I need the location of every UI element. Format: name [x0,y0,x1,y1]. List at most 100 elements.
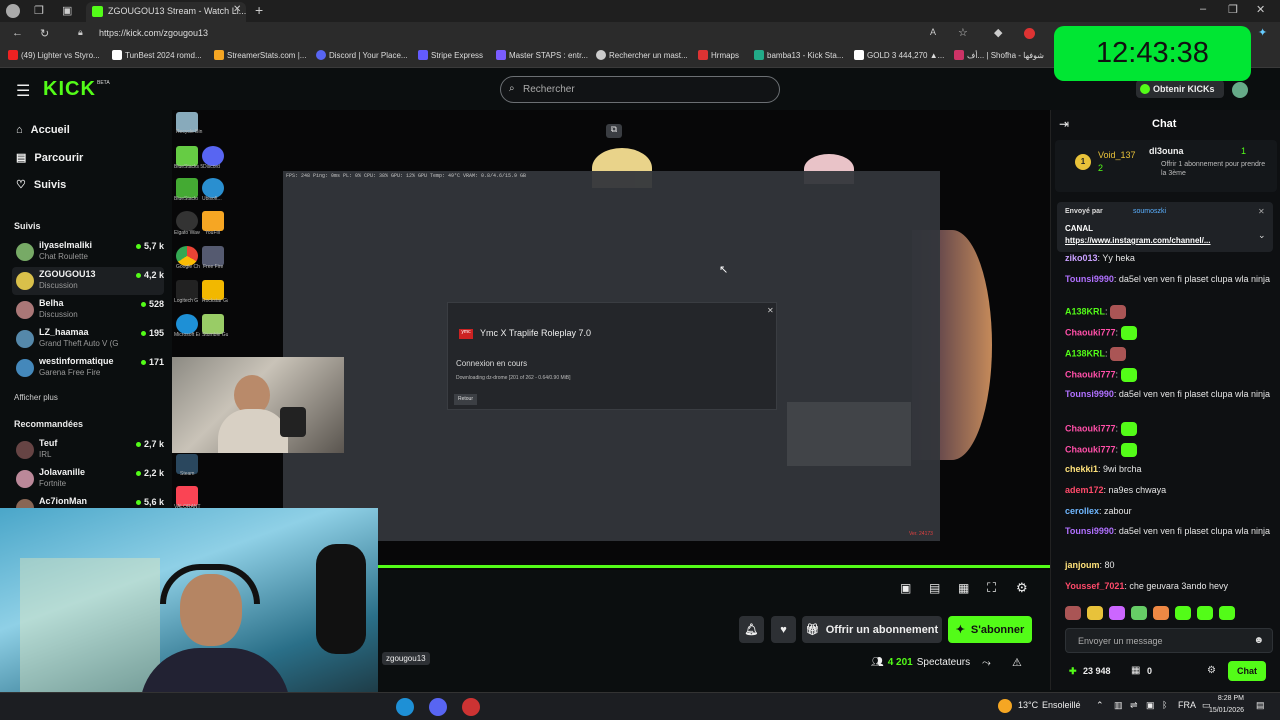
sidebar-channel[interactable]: ilyaselmaliki Chat Roulette 5,7 k [12,238,164,266]
chevron-down-icon[interactable]: ⌄ [1258,230,1266,241]
bookmark-item[interactable]: TunBest 2024 romd... [112,50,202,60]
bookmark-item[interactable]: (49) Lighter vs Styro... [8,50,100,60]
search-icon: ⌕ [509,83,515,94]
favorite-star-icon[interactable]: ☆ [958,26,968,39]
workspaces-icon[interactable]: ❐ [34,4,44,17]
nav-following[interactable]: ♡ Suivis [16,178,66,192]
theater-mode-icon[interactable]: ▣ [900,581,911,595]
edge-taskbar-icon[interactable] [396,698,414,716]
extension-red-icon[interactable] [1024,28,1035,39]
pinned-link[interactable]: https://www.instagram.com/channel/... [1065,236,1245,245]
sidebar-channel-active[interactable]: ZGOUGOU13 Discussion 4,2 k [12,267,164,295]
usb-icon[interactable]: ⇌ [1130,700,1138,711]
browser-tab-bar: ❐ ▣ ZGOUGOU13 Stream - Watch Li... ✕ + –… [0,0,1280,22]
pinned-message[interactable]: Envoyé par soumoszki ✕ CANAL https://www… [1057,202,1273,252]
bookmark-item[interactable]: StreamerStats.com |... [214,50,306,60]
sidebar-channel[interactable]: Belha Discussion 528 [12,296,164,324]
bookmark-item[interactable]: GOLD 3 444,270 ▲... [854,50,944,60]
copilot-icon[interactable]: ✦ [1258,26,1267,39]
emote-icon[interactable] [1087,606,1103,620]
back-icon[interactable]: ← [12,27,23,39]
active-tab[interactable]: ZGOUGOU13 Stream - Watch Li... [86,2,246,22]
close-tab-icon[interactable]: ✕ [233,4,241,15]
dialog-title: Ymc X Traplife Roleplay 7.0 [480,328,592,338]
nav-home[interactable]: ⌂ Accueil [16,124,70,136]
emote-icon[interactable] [1219,606,1235,620]
profile-icon[interactable] [6,4,20,18]
pip-icon[interactable]: ⧉ [606,124,622,138]
stream-progress-bar [378,565,1050,568]
send-chat-button[interactable]: Chat [1228,661,1266,681]
follow-heart-button[interactable]: ♥ [771,616,796,643]
discord-taskbar-icon[interactable] [429,698,447,716]
leaderboard-card[interactable]: 1 Void_137 2 dl3ouna 1 Offrir 1 abonneme… [1055,140,1277,192]
chest-icon[interactable]: ▦ [1131,665,1140,676]
report-warning-icon[interactable]: ⚠ [1012,656,1022,669]
emote-icon[interactable] [1131,606,1147,620]
bookmark-item[interactable]: bamba13 - Kick Sta... [754,50,843,60]
emote-icon[interactable] [1109,606,1125,620]
window-close-icon[interactable]: ✕ [1256,3,1265,16]
captions-icon[interactable]: ▦ [958,581,969,595]
settings-gear-icon[interactable]: ⚙ [1016,580,1028,596]
clip-icon[interactable]: ▤ [929,581,940,595]
gift-sub-button[interactable]: 🎁︎ Offrir un abonnement [802,616,942,643]
connecting-dialog: ymc Ymc X Traplife Roleplay 7.0 ✕ Connex… [447,302,777,410]
nav-browse[interactable]: ▤ Parcourir [16,151,83,165]
emote-icon [1120,326,1137,340]
tray-icon[interactable]: ▣ [1146,700,1155,711]
fullscreen-icon[interactable]: ⛶ [987,580,996,596]
chat-settings-icon[interactable]: ⚙ [1207,665,1216,676]
tray-icon[interactable]: ▥ [1114,700,1123,711]
emote-icon[interactable] [1065,606,1081,620]
points-icon[interactable]: ✚ [1069,666,1077,677]
elgato-icon [176,211,198,231]
emote-icon[interactable] [1175,606,1191,620]
windows-taskbar: 13°C Ensoleillé ⌃ ▥ ⇌ ▣ ᛒ FRA ▭ 8:28 PM … [0,692,1280,720]
streamer-username-tag[interactable]: zgougou13 [382,652,430,665]
back-button[interactable]: Retour [454,394,478,405]
bookmark-item[interactable]: Rechercher un mast... [596,50,688,60]
hamburger-menu-icon[interactable]: ☰ [16,81,30,101]
notification-bell-button[interactable]: 🔔︎ [739,616,764,643]
bookmark-item[interactable]: Hrmaps [698,50,739,60]
search-input[interactable]: ⌕ Rechercher [500,76,780,103]
emote-icon[interactable] [1197,606,1213,620]
maximize-icon[interactable]: ❐ [1228,3,1238,16]
lock-icon[interactable]: 🔒︎ [78,27,83,38]
subscribe-button[interactable]: ✦ S'abonner [948,616,1032,643]
extension-icon[interactable]: ◆ [994,26,1002,39]
tray-chevron-icon[interactable]: ⌃ [1096,700,1104,711]
sidebar-channel[interactable]: Teuf IRL 2,7 k [12,436,164,464]
refresh-icon[interactable]: ↻ [40,27,49,40]
bluetooth-icon[interactable]: ᛒ [1162,700,1167,710]
sidebar-channel[interactable]: LZ_haamaa Grand Theft Auto V (G... 195 [12,325,164,353]
url-text[interactable]: https://kick.com/zgougou13 [99,28,208,38]
emote-icon [1120,422,1137,436]
bookmark-item[interactable]: Master STAPS : entr... [496,50,588,60]
notifications-icon[interactable]: ▤ [1256,700,1265,711]
get-kicks-button[interactable]: Obtenir KICKs [1136,80,1224,98]
obs-taskbar-icon[interactable] [462,698,480,716]
bookmark-item[interactable]: Stripe Express [418,50,483,60]
collapse-chat-icon[interactable]: ⇥ [1059,117,1069,131]
kick-logo[interactable]: KICK [43,78,96,101]
share-icon[interactable]: ⤳ [982,657,991,670]
avatar[interactable] [1232,82,1248,98]
new-tab-icon[interactable]: + [255,2,263,18]
unpin-icon[interactable]: ✕ [1258,207,1265,216]
dialog-close-icon[interactable]: ✕ [767,306,774,315]
chat-message-input[interactable]: Envoyer un message ☻ [1065,628,1273,653]
sidebar-channel[interactable]: westinformatique Garena Free Fire 171 [12,354,164,382]
emoji-picker-icon[interactable]: ☻ [1253,635,1264,646]
bookmark-item[interactable]: Discord | Your Place... [316,50,408,60]
show-more-link[interactable]: Afficher plus [14,393,58,402]
sidebar-channel[interactable]: Jolavanille Fortnite 2,2 k [12,465,164,493]
tab-actions-icon[interactable]: ▣ [62,4,72,17]
bookmark-item[interactable]: أف... | Shofha - شوفها [954,50,1044,60]
emote-icon[interactable] [1153,606,1169,620]
read-aloud-icon[interactable]: A [930,27,936,37]
chat-message: chekki1: 9wi brcha [1065,464,1142,474]
minimize-icon[interactable]: – [1200,3,1206,15]
language-indicator[interactable]: FRA [1178,700,1196,710]
